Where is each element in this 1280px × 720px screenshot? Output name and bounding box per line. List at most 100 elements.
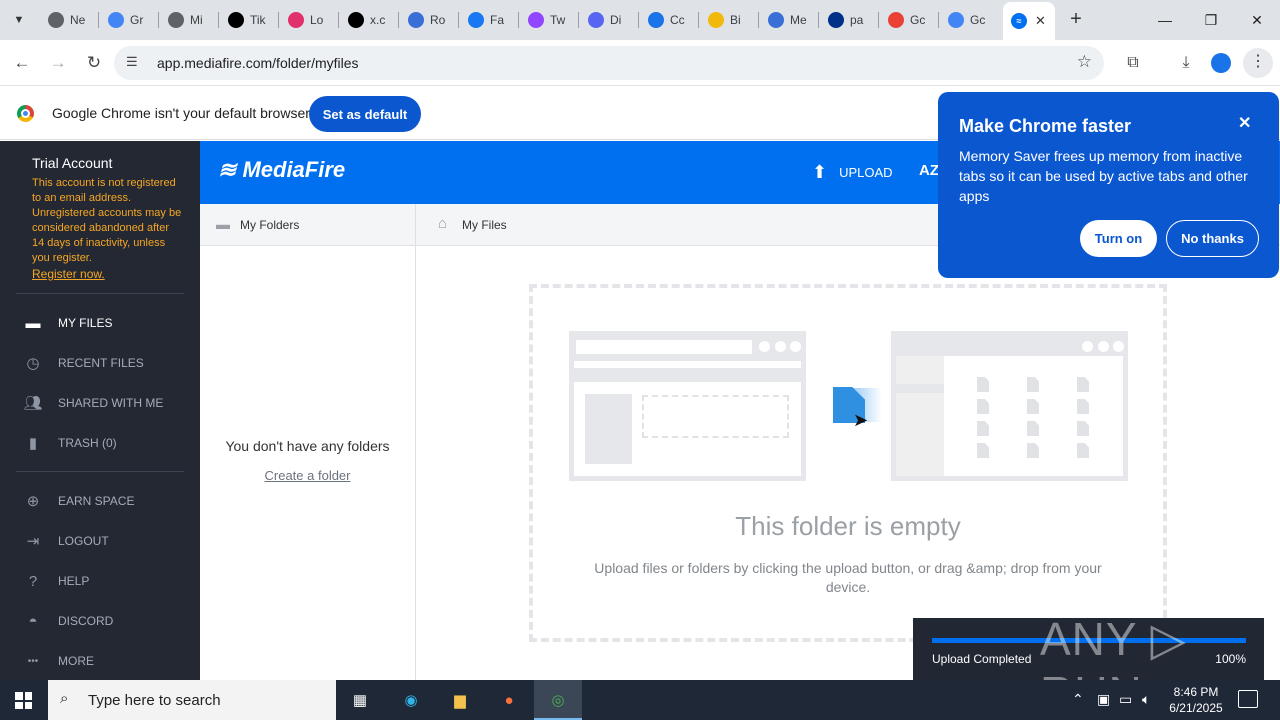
restore-button[interactable]: ❐ xyxy=(1188,0,1234,40)
browser-tab[interactable]: Ro xyxy=(400,6,458,34)
sidebar-item-label: SHARED WITH ME xyxy=(58,396,164,410)
browser-tab[interactable]: Ne xyxy=(40,6,98,34)
sidebar-item-shared-with-me[interactable]: 👥︎ SHARED WITH ME xyxy=(22,391,192,415)
tiktok-icon xyxy=(228,12,244,28)
tab-label: Fa xyxy=(490,13,505,27)
register-link[interactable]: Register now. xyxy=(32,267,105,281)
sidebar-item-discord[interactable]: ◓ DISCORD xyxy=(22,609,192,633)
sidebar-item-trash-0[interactable]: ▮ TRASH (0) xyxy=(22,431,192,455)
browser-tab[interactable]: Fa xyxy=(460,6,518,34)
turn-on-button[interactable]: Turn on xyxy=(1080,220,1157,257)
new-tab-button[interactable]: + xyxy=(1064,8,1088,32)
sidebar-item-label: TRASH (0) xyxy=(58,436,117,450)
browser-tab[interactable]: Bi xyxy=(700,6,758,34)
tab-label: pa xyxy=(850,13,864,27)
set-as-default-button[interactable]: Set as default xyxy=(309,96,421,132)
notifications-icon[interactable] xyxy=(1238,690,1258,708)
forward-button[interactable]: → xyxy=(46,51,70,75)
taskbar-search[interactable]: ⌕ Type here to search xyxy=(48,680,336,720)
generic-tab-icon xyxy=(768,12,784,28)
close-tab-icon[interactable]: ✕ xyxy=(1035,13,1046,29)
tab-search-icon[interactable]: ▼ xyxy=(6,8,32,32)
sidebar-item-more[interactable]: ••• MORE xyxy=(22,649,192,673)
minimize-button[interactable]: — xyxy=(1142,0,1188,40)
back-button[interactable]: ← xyxy=(10,51,34,75)
tab-label: Tw xyxy=(550,13,566,27)
create-folder-link[interactable]: Create a folder xyxy=(200,468,415,483)
bookmark-star-icon[interactable]: ☆ xyxy=(1077,52,1092,72)
folder-illustration xyxy=(891,331,1128,481)
sidebar-item-recent-files[interactable]: ◷ RECENT FILES xyxy=(22,351,192,375)
sort-az-icon[interactable]: AZ xyxy=(919,162,939,179)
empty-folder-title: This folder is empty xyxy=(735,511,961,541)
tab-separator xyxy=(158,12,159,28)
tab-mediafire-active[interactable]: ≈ ✕ xyxy=(1003,2,1055,40)
downloads-icon[interactable]: ⤓ xyxy=(1174,51,1198,75)
binance-icon xyxy=(708,12,724,28)
volume-icon[interactable]: 🔈︎ xyxy=(1142,691,1150,708)
browser-tab[interactable]: Tik xyxy=(220,6,278,34)
sidebar-item-logout[interactable]: ⇥ LOGOUT xyxy=(22,529,192,553)
browser-tab[interactable]: pa xyxy=(820,6,878,34)
plus-circle-icon: ⊕ xyxy=(26,493,40,510)
mediafire-logo[interactable]: ≋ MediaFire xyxy=(218,157,345,183)
task-view-icon[interactable]: ▦ xyxy=(347,688,373,712)
browser-tab[interactable]: Lo xyxy=(280,6,338,34)
browser-tab[interactable]: Di xyxy=(580,6,638,34)
search-placeholder: Type here to search xyxy=(88,692,221,709)
windows-start-icon[interactable] xyxy=(15,692,32,709)
google-icon xyxy=(108,12,124,28)
url-text[interactable]: app.mediafire.com/folder/myfiles xyxy=(157,55,359,71)
upload-label: UPLOAD xyxy=(839,165,893,180)
tray-chevron-icon[interactable]: ⌃ xyxy=(1072,691,1084,708)
tab-label: Cc xyxy=(670,13,685,27)
tab-label: Me xyxy=(790,13,807,27)
browser-tab[interactable]: Mi xyxy=(160,6,218,34)
discord-icon: ◓ xyxy=(28,612,38,630)
browser-tab[interactable]: x.c xyxy=(340,6,398,34)
browser-tab[interactable]: Me xyxy=(760,6,818,34)
browser-tab[interactable]: Gr xyxy=(100,6,158,34)
profile-avatar[interactable] xyxy=(1211,53,1231,73)
tab-label: Ro xyxy=(430,13,446,27)
screen: ▼ Ne Gr Mi Tik Lo x.c Ro Fa Tw Di Cc Bi Me pa Gc Gc ≈ ✕… xyxy=(0,0,1280,720)
tab-label: Bi xyxy=(730,13,741,27)
edge-icon[interactable]: ◉ xyxy=(398,688,424,712)
popup-close-icon[interactable]: ✕ xyxy=(1238,113,1251,133)
empty-folder-subtitle: Upload files or folders by clicking the … xyxy=(594,560,1102,595)
browser-tab[interactable]: Gc xyxy=(940,6,998,34)
chrome-icon[interactable]: ◎ xyxy=(545,688,571,712)
close-window-button[interactable]: ✕ xyxy=(1234,0,1280,40)
tray-device-icon[interactable]: ▣ xyxy=(1097,691,1110,708)
file-explorer-icon[interactable]: ▆ xyxy=(447,688,473,712)
my-folders-label[interactable]: My Folders xyxy=(240,218,299,232)
tab-separator xyxy=(458,12,459,28)
browser-tab[interactable]: Gc xyxy=(880,6,938,34)
address-bar[interactable]: ☰ app.mediafire.com/folder/myfiles ☆ xyxy=(114,46,1104,80)
tab-separator xyxy=(278,12,279,28)
tab-separator xyxy=(578,12,579,28)
people-icon: 👥︎ xyxy=(23,395,43,412)
taskbar-clock[interactable]: 8:46 PM 6/21/2025 xyxy=(1164,684,1228,716)
tab-label: Lo xyxy=(310,13,324,27)
sidebar-item-help[interactable]: ? HELP xyxy=(22,569,192,593)
my-files-label[interactable]: My Files xyxy=(462,218,507,232)
home-icon[interactable]: ⌂ xyxy=(438,215,447,232)
browser-tab[interactable]: Cc xyxy=(640,6,698,34)
folder-icon: ▬ xyxy=(216,216,230,232)
tab-separator xyxy=(518,12,519,28)
firefox-icon[interactable]: ● xyxy=(496,688,522,712)
extensions-icon[interactable]: ⧉ xyxy=(1121,51,1145,75)
folders-pane: You don't have any folders Create a fold… xyxy=(200,246,416,680)
sidebar-item-earn-space[interactable]: ⊕ EARN SPACE xyxy=(22,489,192,513)
sidebar-item-my-files[interactable]: ▬ MY FILES xyxy=(22,311,192,335)
reload-button[interactable]: ↻ xyxy=(82,51,106,75)
upload-button[interactable]: ⬆ UPLOAD xyxy=(812,162,893,183)
network-icon[interactable]: ▭ xyxy=(1119,691,1132,708)
tab-label: Mi xyxy=(190,13,203,27)
chrome-menu-button[interactable]: ⋮ xyxy=(1243,48,1273,78)
tab-label: Di xyxy=(610,13,622,27)
no-thanks-button[interactable]: No thanks xyxy=(1166,220,1259,257)
site-info-icon[interactable]: ☰ xyxy=(126,54,138,70)
browser-tab[interactable]: Tw xyxy=(520,6,578,34)
